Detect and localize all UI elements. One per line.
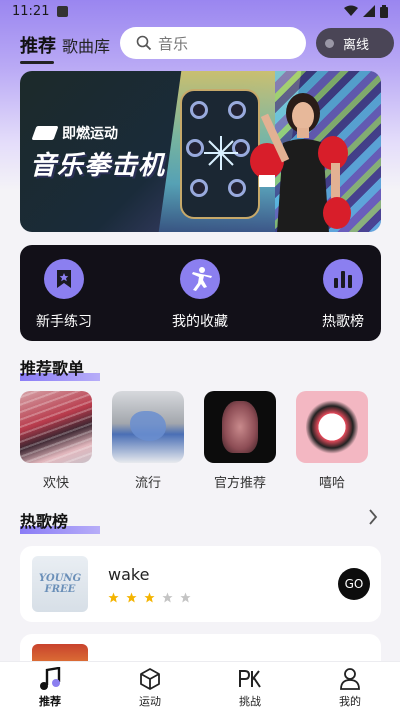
playlist-card[interactable]: 流行 bbox=[112, 391, 184, 491]
offline-button[interactable]: 离线 bbox=[316, 28, 394, 58]
playlist-label: 流行 bbox=[134, 476, 161, 491]
pk-icon bbox=[239, 670, 261, 688]
bookmark-star-icon bbox=[44, 259, 84, 299]
brand-logo-icon bbox=[31, 126, 59, 140]
offline-label: 离线 bbox=[343, 37, 370, 53]
playlist-cover bbox=[296, 391, 368, 463]
status-time: 11:21 bbox=[12, 3, 50, 19]
song-rating bbox=[108, 592, 191, 603]
quick-label: 我的收藏 bbox=[172, 314, 228, 330]
star-icon bbox=[108, 592, 119, 603]
chevron-right-icon[interactable] bbox=[368, 508, 378, 526]
cover-text: YOUNG bbox=[38, 573, 82, 584]
top-header: 推荐 歌曲库 音乐 离线 bbox=[0, 26, 400, 64]
nav-recommend[interactable]: 推荐 bbox=[25, 667, 75, 709]
hot-song-card[interactable]: YOUNG FREE wake GO bbox=[20, 546, 381, 622]
search-icon bbox=[136, 35, 152, 51]
playlist-cover bbox=[204, 391, 276, 463]
song-cover: YOUNG FREE bbox=[32, 556, 88, 612]
banner-brand: 即燃运动 bbox=[31, 123, 118, 143]
notification-icon bbox=[57, 5, 69, 17]
boxer-image bbox=[250, 93, 351, 232]
quick-hot-chart[interactable]: 热歌榜 bbox=[308, 259, 378, 331]
nav-challenge[interactable]: 挑战 bbox=[225, 667, 275, 709]
section-title-text: 热歌榜 bbox=[20, 512, 69, 531]
search-input[interactable]: 音乐 bbox=[120, 27, 306, 59]
quick-beginner-practice[interactable]: 新手练习 bbox=[29, 259, 99, 331]
playlist-cover bbox=[20, 391, 92, 463]
section-title-hot: 热歌榜 bbox=[20, 508, 100, 534]
song-title: wake bbox=[108, 565, 150, 584]
tab-recommend[interactable]: 推荐 bbox=[20, 32, 56, 64]
nav-label: 我的 bbox=[339, 695, 361, 708]
wifi-icon bbox=[344, 5, 358, 16]
playlist-card[interactable]: 官方推荐 bbox=[204, 391, 276, 491]
music-note-icon bbox=[40, 667, 61, 690]
tab-song-library[interactable]: 歌曲库 bbox=[62, 33, 110, 57]
playlist-cover bbox=[112, 391, 184, 463]
star-icon bbox=[126, 592, 137, 603]
cube-icon bbox=[140, 668, 160, 690]
playlist-label: 欢快 bbox=[42, 476, 69, 491]
search-placeholder: 音乐 bbox=[158, 34, 189, 53]
profile-icon bbox=[340, 668, 360, 690]
cover-text: FREE bbox=[44, 584, 76, 595]
promo-banner[interactable]: 即燃运动 音乐拳击机 bbox=[20, 71, 381, 232]
offline-dot-icon bbox=[325, 38, 334, 48]
quick-actions-panel: 新手练习 我的收藏 热歌榜 bbox=[20, 245, 381, 341]
status-bar: 11:21 bbox=[0, 0, 400, 22]
star-icon bbox=[180, 592, 191, 603]
star-icon bbox=[162, 592, 173, 603]
signal-icon bbox=[363, 5, 375, 17]
go-button[interactable]: GO bbox=[338, 568, 370, 600]
nav-mine[interactable]: 我的 bbox=[325, 667, 375, 709]
fighter-kick-icon bbox=[180, 259, 220, 299]
playlist-card[interactable]: 欢快 bbox=[20, 391, 92, 491]
bar-chart-icon bbox=[323, 259, 363, 299]
banner-title: 音乐拳击机 bbox=[30, 151, 166, 181]
banner-brand-name: 即燃运动 bbox=[62, 126, 118, 142]
quick-label: 热歌榜 bbox=[322, 314, 364, 330]
nav-sport[interactable]: 运动 bbox=[125, 667, 175, 709]
bottom-nav: 推荐 运动 挑战 我的 bbox=[0, 661, 400, 712]
nav-label: 运动 bbox=[139, 695, 161, 708]
playlist-label: 嘻哈 bbox=[318, 476, 345, 491]
quick-label: 新手练习 bbox=[36, 314, 92, 330]
section-title-recommended: 推荐歌单 bbox=[20, 355, 100, 381]
nav-label: 挑战 bbox=[239, 695, 261, 708]
section-title-text: 推荐歌单 bbox=[20, 359, 85, 378]
star-icon bbox=[144, 592, 155, 603]
quick-my-favorites[interactable]: 我的收藏 bbox=[165, 259, 235, 331]
nav-label: 推荐 bbox=[39, 695, 61, 708]
playlist-label: 官方推荐 bbox=[213, 476, 266, 491]
playlist-card[interactable]: 嘻哈 bbox=[296, 391, 368, 491]
battery-icon bbox=[380, 4, 388, 18]
status-icons bbox=[344, 4, 388, 18]
